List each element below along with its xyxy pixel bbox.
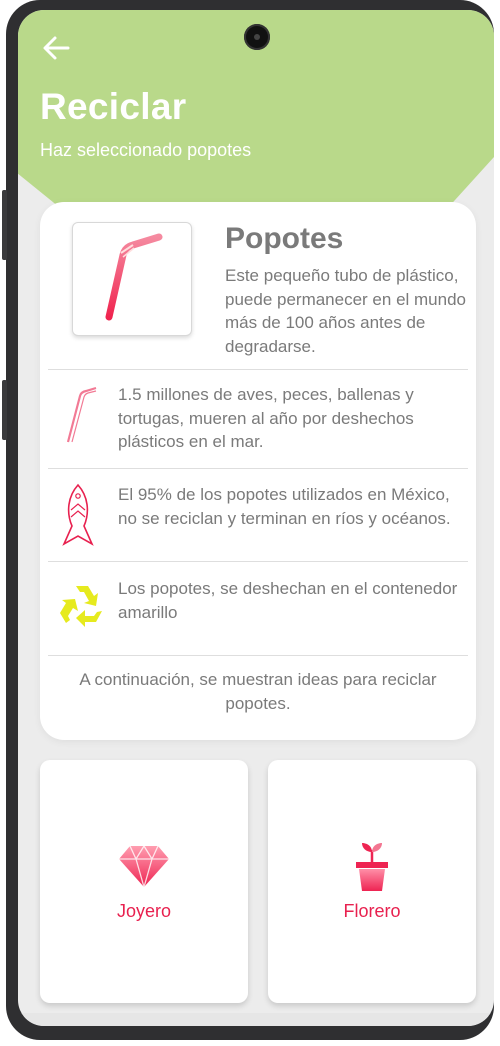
recycle-icon (60, 586, 102, 627)
fact-text-2: El 95% de los popotes utilizados en Méxi… (118, 485, 451, 528)
volume-button (2, 190, 7, 260)
page-title: Reciclar (40, 86, 187, 127)
item-image (72, 222, 192, 336)
straw-icon (66, 386, 97, 443)
page-subtitle: Haz seleccionado popotes (40, 140, 252, 160)
fact-icon-recycle (58, 583, 106, 634)
app-screen: Reciclar Haz seleccionado popotes Popote… (18, 10, 494, 1026)
power-button (2, 380, 7, 440)
info-card: Popotes Este pequeño tubo de plástico, p… (40, 202, 476, 740)
idea-card-florero[interactable]: Florero (268, 760, 476, 1003)
item-title: Popotes (225, 222, 344, 255)
flower-pot-icon (356, 843, 388, 891)
phone-frame: Reciclar Haz seleccionado popotes Popote… (6, 0, 494, 1040)
idea-card-joyero[interactable]: Joyero (40, 760, 248, 1003)
fish-icon (62, 483, 94, 546)
bottom-edge (18, 1013, 494, 1026)
divider (48, 561, 468, 562)
divider (48, 468, 468, 469)
front-camera (244, 24, 270, 50)
gem-icon (119, 844, 169, 888)
fact-text-3: Los popotes, se deshechan en el contened… (118, 579, 458, 622)
fact-icon-fish (58, 482, 98, 553)
arrow-left-icon (43, 36, 70, 60)
fact-text-1: 1.5 millones de aves, peces, ballenas y … (118, 385, 414, 451)
back-button[interactable] (40, 32, 80, 68)
idea-label-florero: Florero (343, 901, 401, 921)
divider (48, 369, 468, 370)
straw-icon (105, 233, 163, 321)
divider (48, 655, 468, 656)
item-description: Este pequeño tubo de plástico, puede per… (225, 266, 466, 356)
fact-icon-straw (58, 386, 98, 451)
ideas-intro-text: A continuación, se muestran ideas para r… (79, 670, 437, 713)
idea-label-joyero: Joyero (116, 901, 172, 921)
